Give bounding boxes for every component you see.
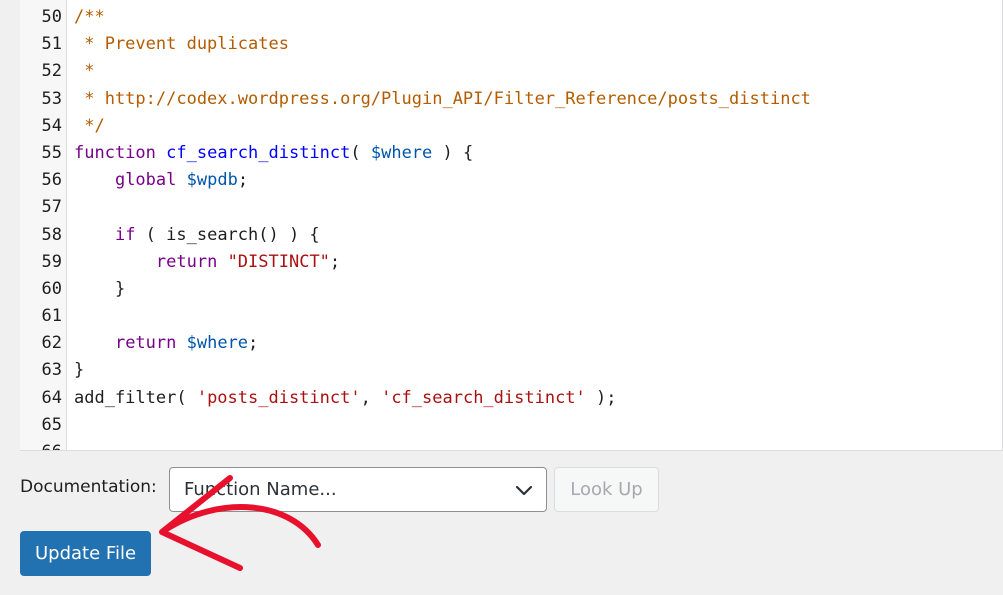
code-lines[interactable]: 50/** 51 * Prevent duplicates 52 * 53 * htt…: [20, 4, 1002, 450]
line-number: 64: [41, 387, 62, 408]
code-line[interactable]: 53 * http://codex.wordpress.org/Plugin_A…: [20, 86, 1002, 113]
update-file-button[interactable]: Update File: [20, 531, 151, 576]
code-token: (: [350, 142, 371, 163]
line-number: 50: [41, 7, 62, 27]
code-text: * Prevent duplicates: [74, 31, 289, 58]
code-token: */: [74, 115, 105, 136]
code-token: ,: [360, 387, 382, 408]
code-token: $wpdb: [186, 170, 238, 191]
documentation-label: Documentation:: [20, 477, 157, 497]
code-token: ;: [248, 333, 259, 354]
function-name-select[interactable]: Function Name...: [169, 467, 547, 512]
line-number: 51: [41, 34, 62, 55]
line-number: 56: [41, 170, 62, 191]
code-line[interactable]: 58 if ( is_search() ) {: [20, 222, 1002, 249]
line-number: 63: [41, 360, 62, 381]
code-line[interactable]: 66: [20, 439, 1002, 450]
code-token: if: [114, 224, 136, 245]
code-text: global $wpdb;: [74, 167, 248, 194]
code-token: return: [155, 251, 218, 272]
code-line[interactable]: 52 *: [20, 58, 1002, 85]
code-token: $where: [186, 333, 249, 354]
code-line[interactable]: 54 */: [20, 113, 1002, 140]
code-token: "DISTINCT": [227, 251, 330, 272]
code-token: ) {: [432, 142, 474, 163]
code-text: */: [74, 113, 105, 140]
code-line[interactable]: 61: [20, 303, 1002, 330]
code-token: function: [74, 142, 156, 163]
code-token: ( is_search() ) {: [135, 224, 320, 245]
line-number: 61: [41, 306, 62, 327]
line-number: 54: [41, 115, 62, 136]
line-number: 52: [41, 61, 62, 82]
line-number: 57: [41, 197, 62, 218]
code-text: return $where;: [74, 330, 258, 357]
code-token: return: [114, 333, 177, 354]
code-token: }: [74, 360, 85, 381]
code-line[interactable]: 57: [20, 194, 1002, 221]
code-line[interactable]: 59 return "DISTINCT";: [20, 249, 1002, 276]
line-number: 60: [41, 278, 62, 299]
chevron-down-icon: [515, 485, 533, 496]
line-number: 59: [41, 251, 62, 272]
line-number: 53: [41, 88, 62, 109]
code-text: if ( is_search() ) {: [74, 222, 320, 249]
code-token: add_filter(: [74, 387, 197, 408]
line-number: 58: [41, 224, 62, 245]
code-token: 'cf_search_distinct': [381, 387, 586, 408]
code-token: );: [585, 387, 617, 408]
code-line[interactable]: 51 * Prevent duplicates: [20, 31, 1002, 58]
code-line[interactable]: 56 global $wpdb;: [20, 167, 1002, 194]
code-line[interactable]: 63}: [20, 357, 1002, 384]
code-token: *: [74, 61, 95, 82]
code-line[interactable]: 65: [20, 412, 1002, 439]
code-token: ;: [329, 251, 341, 272]
code-text: * http://codex.wordpress.org/Plugin_API/…: [74, 86, 811, 113]
code-line[interactable]: 55 function cf_search_distinct( $where ) …: [20, 140, 1002, 167]
code-text: *: [74, 58, 94, 85]
code-token: * http://codex.wordpress.org/Plugin_API/…: [74, 88, 811, 109]
line-number: 66: [20, 439, 62, 450]
code-text: }: [74, 357, 84, 384]
code-token: /**: [74, 7, 105, 27]
function-name-select-value: Function Name...: [184, 479, 337, 500]
code-token: }: [74, 278, 126, 299]
code-text: add_filter( 'posts_distinct', 'cf_search…: [74, 385, 617, 412]
code-token: global: [114, 170, 177, 191]
code-line[interactable]: 50 /**: [20, 4, 1002, 31]
code-token: ;: [237, 170, 249, 191]
line-number: 62: [41, 333, 62, 354]
code-line[interactable]: 60 }: [20, 276, 1002, 303]
line-number: 65: [41, 414, 62, 435]
code-text: /**: [74, 4, 105, 31]
code-text: return "DISTINCT";: [74, 249, 340, 276]
code-line[interactable]: 62 return $where;: [20, 330, 1002, 357]
code-text: }: [74, 276, 125, 303]
code-line[interactable]: 64 add_filter( 'posts_distinct', 'cf_sear…: [20, 385, 1002, 412]
code-editor[interactable]: 50/** 51 * Prevent duplicates 52 * 53 * htt…: [20, 0, 1003, 451]
code-text: function cf_search_distinct( $where ) {: [74, 140, 473, 167]
code-token: 'posts_distinct': [196, 387, 361, 408]
look-up-button[interactable]: Look Up: [554, 467, 659, 512]
code-token: * Prevent duplicates: [74, 34, 289, 55]
code-token: $where: [370, 142, 433, 163]
line-number: 55: [41, 142, 62, 163]
code-token: cf_search_distinct: [166, 142, 351, 163]
